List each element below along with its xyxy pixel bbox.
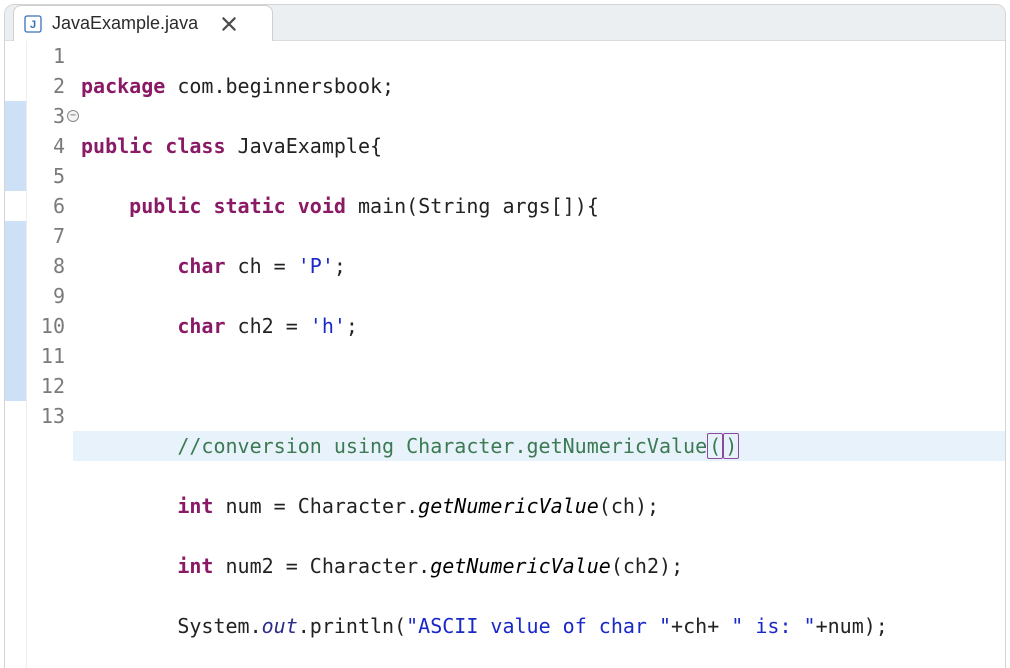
line-number: 10 (27, 311, 65, 341)
line-number: 13 (27, 401, 65, 431)
line-number-gutter: 1 2 3− 4 5 6 7 8 9 10 11 12 13 (27, 41, 73, 668)
editor-panel: J JavaExample.java 1 2 3− (4, 4, 1006, 668)
editor-tab-title: JavaExample.java (52, 13, 198, 34)
line-number: 12 (27, 371, 65, 401)
line-number: 5 (27, 161, 65, 191)
java-file-icon: J (24, 15, 42, 33)
marker-ruler (5, 41, 27, 668)
line-number: 8 (27, 251, 65, 281)
line-number: 7 (27, 221, 65, 251)
line-number: 4 (27, 131, 65, 161)
line-number: 6 (27, 191, 65, 221)
close-icon[interactable] (220, 15, 238, 33)
line-number: 1 (27, 41, 65, 71)
editor-tab-bar: J JavaExample.java (5, 5, 1005, 41)
line-number: 9 (27, 281, 65, 311)
svg-text:J: J (30, 19, 36, 31)
line-number: 11 (27, 341, 65, 371)
code-text[interactable]: package com.beginnersbook; public class … (73, 41, 1005, 668)
line-number: 2 (27, 71, 65, 101)
editor-tab[interactable]: J JavaExample.java (13, 5, 273, 41)
code-area[interactable]: 1 2 3− 4 5 6 7 8 9 10 11 12 13 package c… (5, 41, 1005, 668)
line-number: 3− (27, 101, 65, 131)
